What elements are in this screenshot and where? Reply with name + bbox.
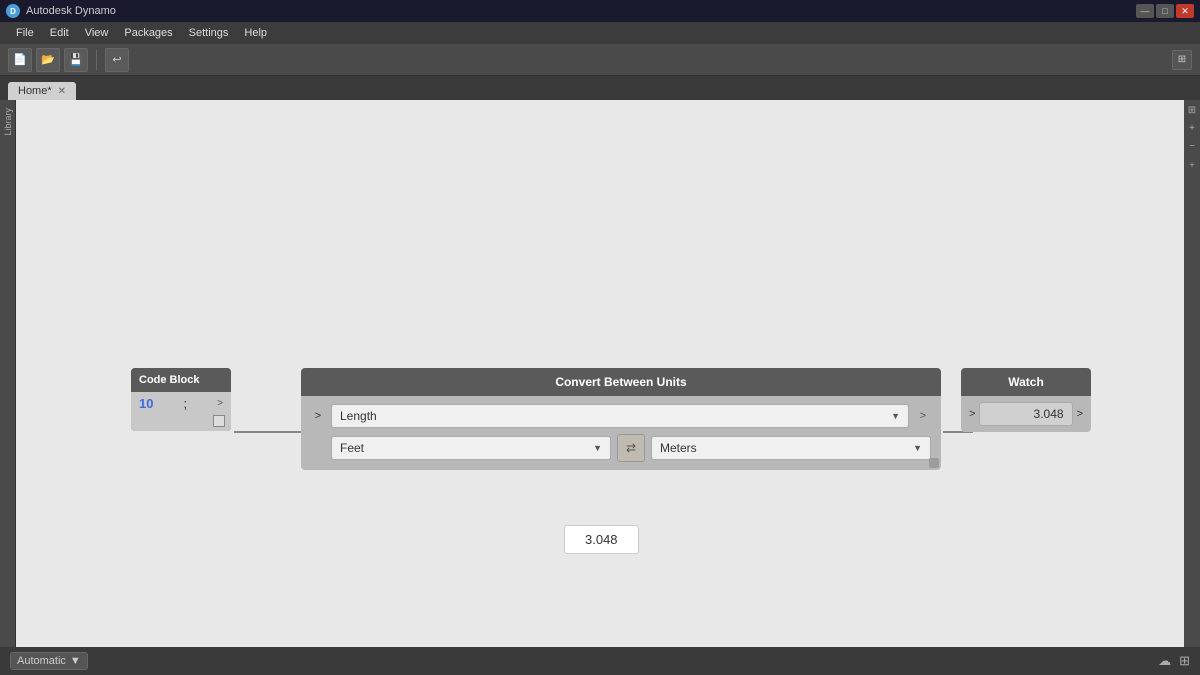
new-file-button[interactable]: 📄 xyxy=(8,48,32,72)
menu-view[interactable]: View xyxy=(77,25,117,41)
toolbar: 📄 📂 💾 ↩ ⊞ xyxy=(0,44,1200,76)
undo-button[interactable]: ↩ xyxy=(105,48,129,72)
length-dropdown-arrow: ▼ xyxy=(891,411,900,421)
length-dropdown[interactable]: Length ▼ xyxy=(331,404,909,428)
watch-node-header: Watch xyxy=(961,368,1091,396)
title-bar-left: D Autodesk Dynamo xyxy=(6,4,116,18)
canvas[interactable]: Code Block 10 ; > Convert Between Uni xyxy=(16,100,1200,647)
code-value[interactable]: 10 xyxy=(139,396,153,411)
to-unit-value: Meters xyxy=(660,441,697,455)
left-sidebar: Library xyxy=(0,100,16,647)
library-label[interactable]: Library xyxy=(3,108,13,136)
execution-mode-arrow: ▼ xyxy=(70,655,81,667)
checkbox-area xyxy=(131,413,231,431)
watch-output-port[interactable]: > xyxy=(1077,408,1083,420)
convert-node: Convert Between Units > Length ▼ > xyxy=(301,368,941,470)
convert-output-port[interactable]: > xyxy=(915,410,931,422)
watch-value-display: 3.048 xyxy=(979,402,1072,426)
code-block-wrapper: Code Block 10 ; > xyxy=(131,368,231,431)
bottom-bar: Automatic ▼ ☁ ⊞ xyxy=(0,647,1200,675)
tab-home[interactable]: Home* ✕ xyxy=(8,82,76,100)
app-logo: D xyxy=(6,4,20,18)
code-semicolon: ; xyxy=(184,396,188,411)
convert-units-row: Feet ▼ ⇄ Meters ▼ xyxy=(311,434,931,462)
from-unit-arrow: ▼ xyxy=(593,443,602,453)
tab-home-label: Home* xyxy=(18,85,52,97)
app-body: Library Code Block 10 ; > xyxy=(0,100,1200,647)
watch-node-body: > 3.048 > xyxy=(961,396,1091,432)
length-dropdown-value: Length xyxy=(340,409,377,423)
zoom-reset-button[interactable]: + xyxy=(1189,158,1194,172)
title-bar: D Autodesk Dynamo — □ ✕ xyxy=(0,0,1200,22)
logo-char: D xyxy=(10,7,16,16)
app-title: Autodesk Dynamo xyxy=(26,5,116,17)
watch-value: 3.048 xyxy=(1034,407,1064,421)
minimize-button[interactable]: — xyxy=(1136,4,1154,18)
swap-icon: ⇄ xyxy=(626,441,636,455)
convert-length-row: > Length ▼ > xyxy=(311,404,931,428)
zoom-in-button[interactable]: + xyxy=(1189,122,1195,136)
result-value: 3.048 xyxy=(585,532,618,547)
resize-handle[interactable] xyxy=(929,458,939,468)
close-button[interactable]: ✕ xyxy=(1176,4,1194,18)
code-block-node: Code Block 10 ; > xyxy=(131,368,231,431)
watch-node-title: Watch xyxy=(1008,375,1044,389)
code-block-header: Code Block xyxy=(131,368,231,392)
tab-bar: Home* ✕ xyxy=(0,76,1200,100)
convert-node-body: > Length ▼ > Feet ▼ xyxy=(301,396,941,470)
from-unit-dropdown[interactable]: Feet ▼ xyxy=(331,436,611,460)
tab-close-icon[interactable]: ✕ xyxy=(58,86,66,97)
zoom-fit-button[interactable]: ⊞ xyxy=(1188,104,1196,118)
3d-view-button[interactable]: ⊞ xyxy=(1172,50,1192,70)
code-line: 10 ; > xyxy=(139,396,223,411)
convert-input-port[interactable]: > xyxy=(311,410,325,422)
execution-mode-dropdown[interactable]: Automatic ▼ xyxy=(10,652,88,670)
grid-icon[interactable]: ⊞ xyxy=(1179,653,1190,669)
code-output-port[interactable]: > xyxy=(217,398,223,409)
cloud-icon[interactable]: ☁ xyxy=(1158,653,1171,669)
code-block-body: 10 ; > xyxy=(131,392,231,413)
watch-node: Watch > 3.048 > xyxy=(961,368,1091,432)
convert-node-title: Convert Between Units xyxy=(555,375,686,389)
result-bubble: 3.048 xyxy=(564,525,639,554)
bottom-right-icons: ☁ ⊞ xyxy=(1158,653,1190,669)
toolbar-right: ⊞ xyxy=(1172,50,1192,70)
menu-packages[interactable]: Packages xyxy=(116,25,180,41)
code-block-checkbox[interactable] xyxy=(213,415,225,427)
menu-file[interactable]: File xyxy=(8,25,42,41)
from-unit-value: Feet xyxy=(340,441,364,455)
maximize-button[interactable]: □ xyxy=(1156,4,1174,18)
menu-edit[interactable]: Edit xyxy=(42,25,77,41)
to-unit-dropdown[interactable]: Meters ▼ xyxy=(651,436,931,460)
save-button[interactable]: 💾 xyxy=(64,48,88,72)
zoom-panel: ⊞ + − + xyxy=(1184,100,1200,647)
title-bar-controls: — □ ✕ xyxy=(1136,4,1194,18)
to-unit-arrow: ▼ xyxy=(913,443,922,453)
zoom-out-button[interactable]: − xyxy=(1189,140,1195,154)
code-block-title: Code Block xyxy=(139,374,200,386)
menu-bar: File Edit View Packages Settings Help xyxy=(0,22,1200,44)
swap-units-button[interactable]: ⇄ xyxy=(617,434,645,462)
watch-input-port[interactable]: > xyxy=(969,408,975,420)
toolbar-separator xyxy=(96,50,97,70)
menu-help[interactable]: Help xyxy=(236,25,275,41)
open-button[interactable]: 📂 xyxy=(36,48,60,72)
execution-mode-label: Automatic xyxy=(17,655,66,667)
menu-settings[interactable]: Settings xyxy=(181,25,237,41)
convert-node-header: Convert Between Units xyxy=(301,368,941,396)
